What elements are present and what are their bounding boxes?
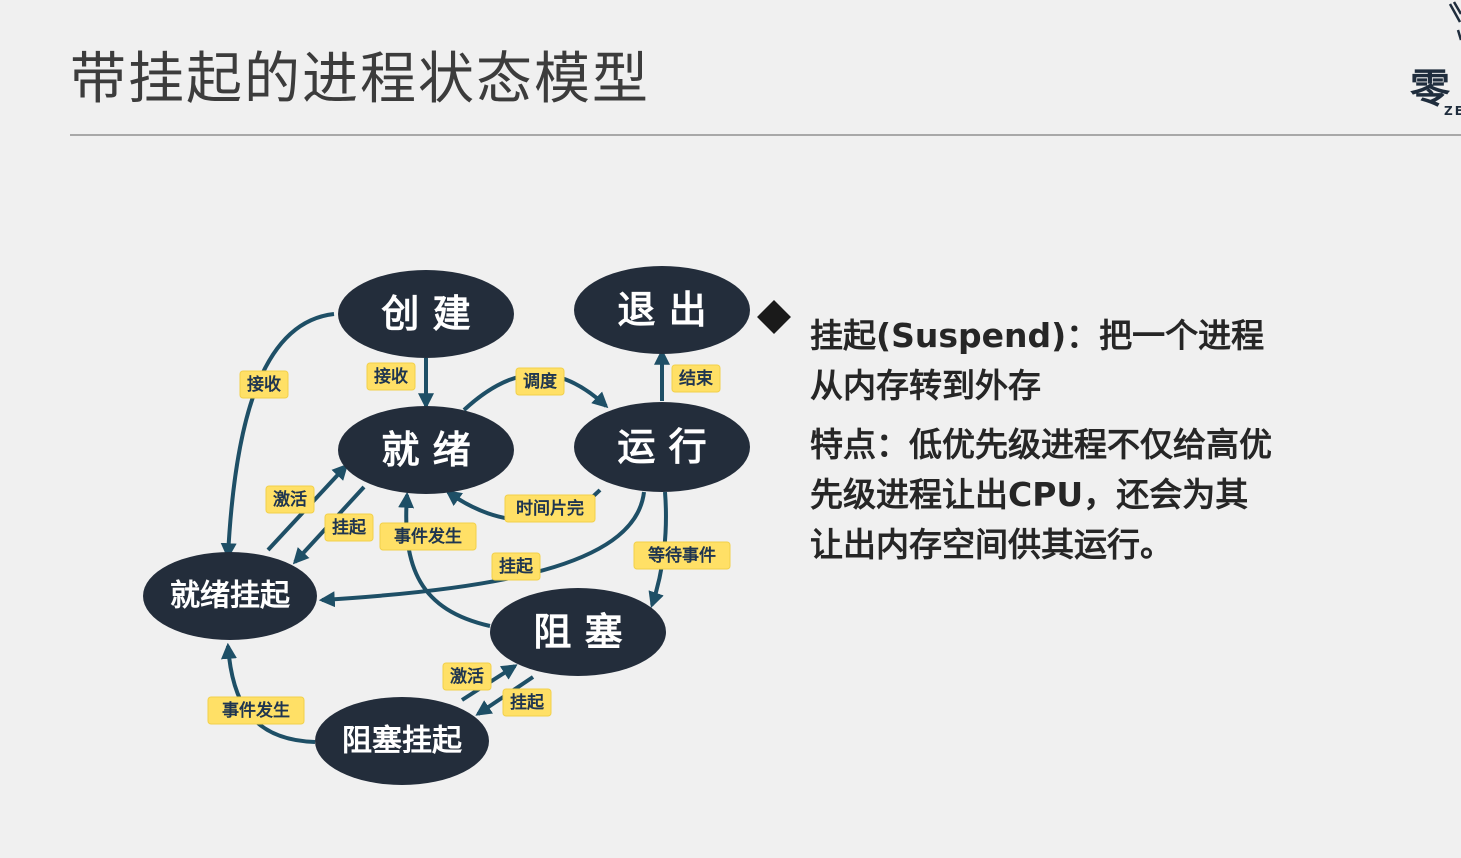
logo-mark-icon [1448, 1, 1461, 41]
tag-event-wait-text: 等待事件 [648, 545, 716, 566]
tag-suspend-blocked: 挂起 [502, 688, 552, 717]
node-exit-label: 退 出 [617, 288, 706, 332]
tag-event-wait: 等待事件 [633, 541, 731, 570]
tag-dispatch-text: 调度 [523, 371, 558, 392]
edge-blocked-to-ready [398, 491, 491, 628]
tag-suspend-running-text: 挂起 [499, 556, 534, 577]
tag-suspend-ready: 挂起 [324, 513, 374, 542]
tag-admit-down: 接收 [366, 362, 416, 391]
tag-activate-ready: 激活 [265, 485, 315, 514]
tag-suspend-running: 挂起 [491, 552, 541, 581]
suspend-feature: 特点：低优先级进程不仅给高优先级进程让出CPU，还会为其让出内存空间供其运行。 [810, 425, 1272, 564]
tag-activate-blocked: 激活 [442, 662, 492, 691]
tag-suspend-blocked-text: 挂起 [510, 692, 545, 713]
tag-event-occurs: 事件发生 [379, 522, 477, 551]
tag-dispatch: 调度 [515, 367, 565, 396]
tag-release: 结束 [671, 364, 721, 393]
edge-blocked-suspend-to-ready-suspend [220, 642, 316, 744]
tag-event-occurs-suspended-text: 事件发生 [222, 700, 290, 721]
tag-event-occurs-suspended: 事件发生 [207, 696, 305, 725]
tag-admit-left: 接收 [239, 370, 289, 399]
tag-admit-left-text: 接收 [247, 374, 281, 395]
node-create-label: 创 建 [381, 292, 470, 336]
node-running-label: 运 行 [617, 425, 706, 469]
logo-subtitle: ZE [1444, 104, 1461, 118]
tag-release-text: 结束 [679, 368, 713, 389]
edge-running-to-ready-suspend [318, 491, 646, 608]
logo: 零 ZE [1398, 0, 1461, 125]
tag-suspend-ready-text: 挂起 [332, 517, 367, 538]
node-ready-suspend-label: 就绪挂起 [170, 579, 291, 614]
tag-activate-blocked-text: 激活 [450, 666, 484, 687]
node-create: 创 建 [338, 270, 514, 358]
edge-create-to-ready-suspend [220, 312, 335, 560]
tag-event-occurs-text: 事件发生 [394, 526, 462, 547]
node-ready: 就 绪 [338, 406, 514, 494]
node-ready-suspend: 就绪挂起 [143, 552, 317, 640]
node-blocked-suspend: 阻塞挂起 [315, 697, 489, 785]
node-exit: 退 出 [574, 266, 750, 354]
tag-timeout: 时间片完 [504, 494, 596, 523]
suspend-definition: 挂起(Suspend)：把一个进程从内存转到外存 [810, 316, 1265, 405]
tag-timeout-text: 时间片完 [516, 498, 584, 519]
state-diagram: 创 建 退 出 就 绪 运 行 就绪挂起 阻 塞 阻塞挂起 接收 接收 调度 结… [143, 266, 750, 785]
node-blocked-suspend-label: 阻塞挂起 [342, 724, 463, 759]
tag-activate-ready-text: 激活 [273, 489, 307, 510]
tag-admit-down-text: 接收 [374, 366, 408, 387]
slide: 带挂起的进程状态模型 零 ZE 创 建 退 出 就 绪 运 行 就绪挂起 阻 塞… [0, 0, 1461, 858]
node-blocked: 阻 塞 [490, 588, 666, 676]
node-blocked-label: 阻 塞 [533, 610, 622, 654]
node-ready-label: 就 绪 [381, 428, 470, 472]
node-running: 运 行 [574, 402, 750, 492]
